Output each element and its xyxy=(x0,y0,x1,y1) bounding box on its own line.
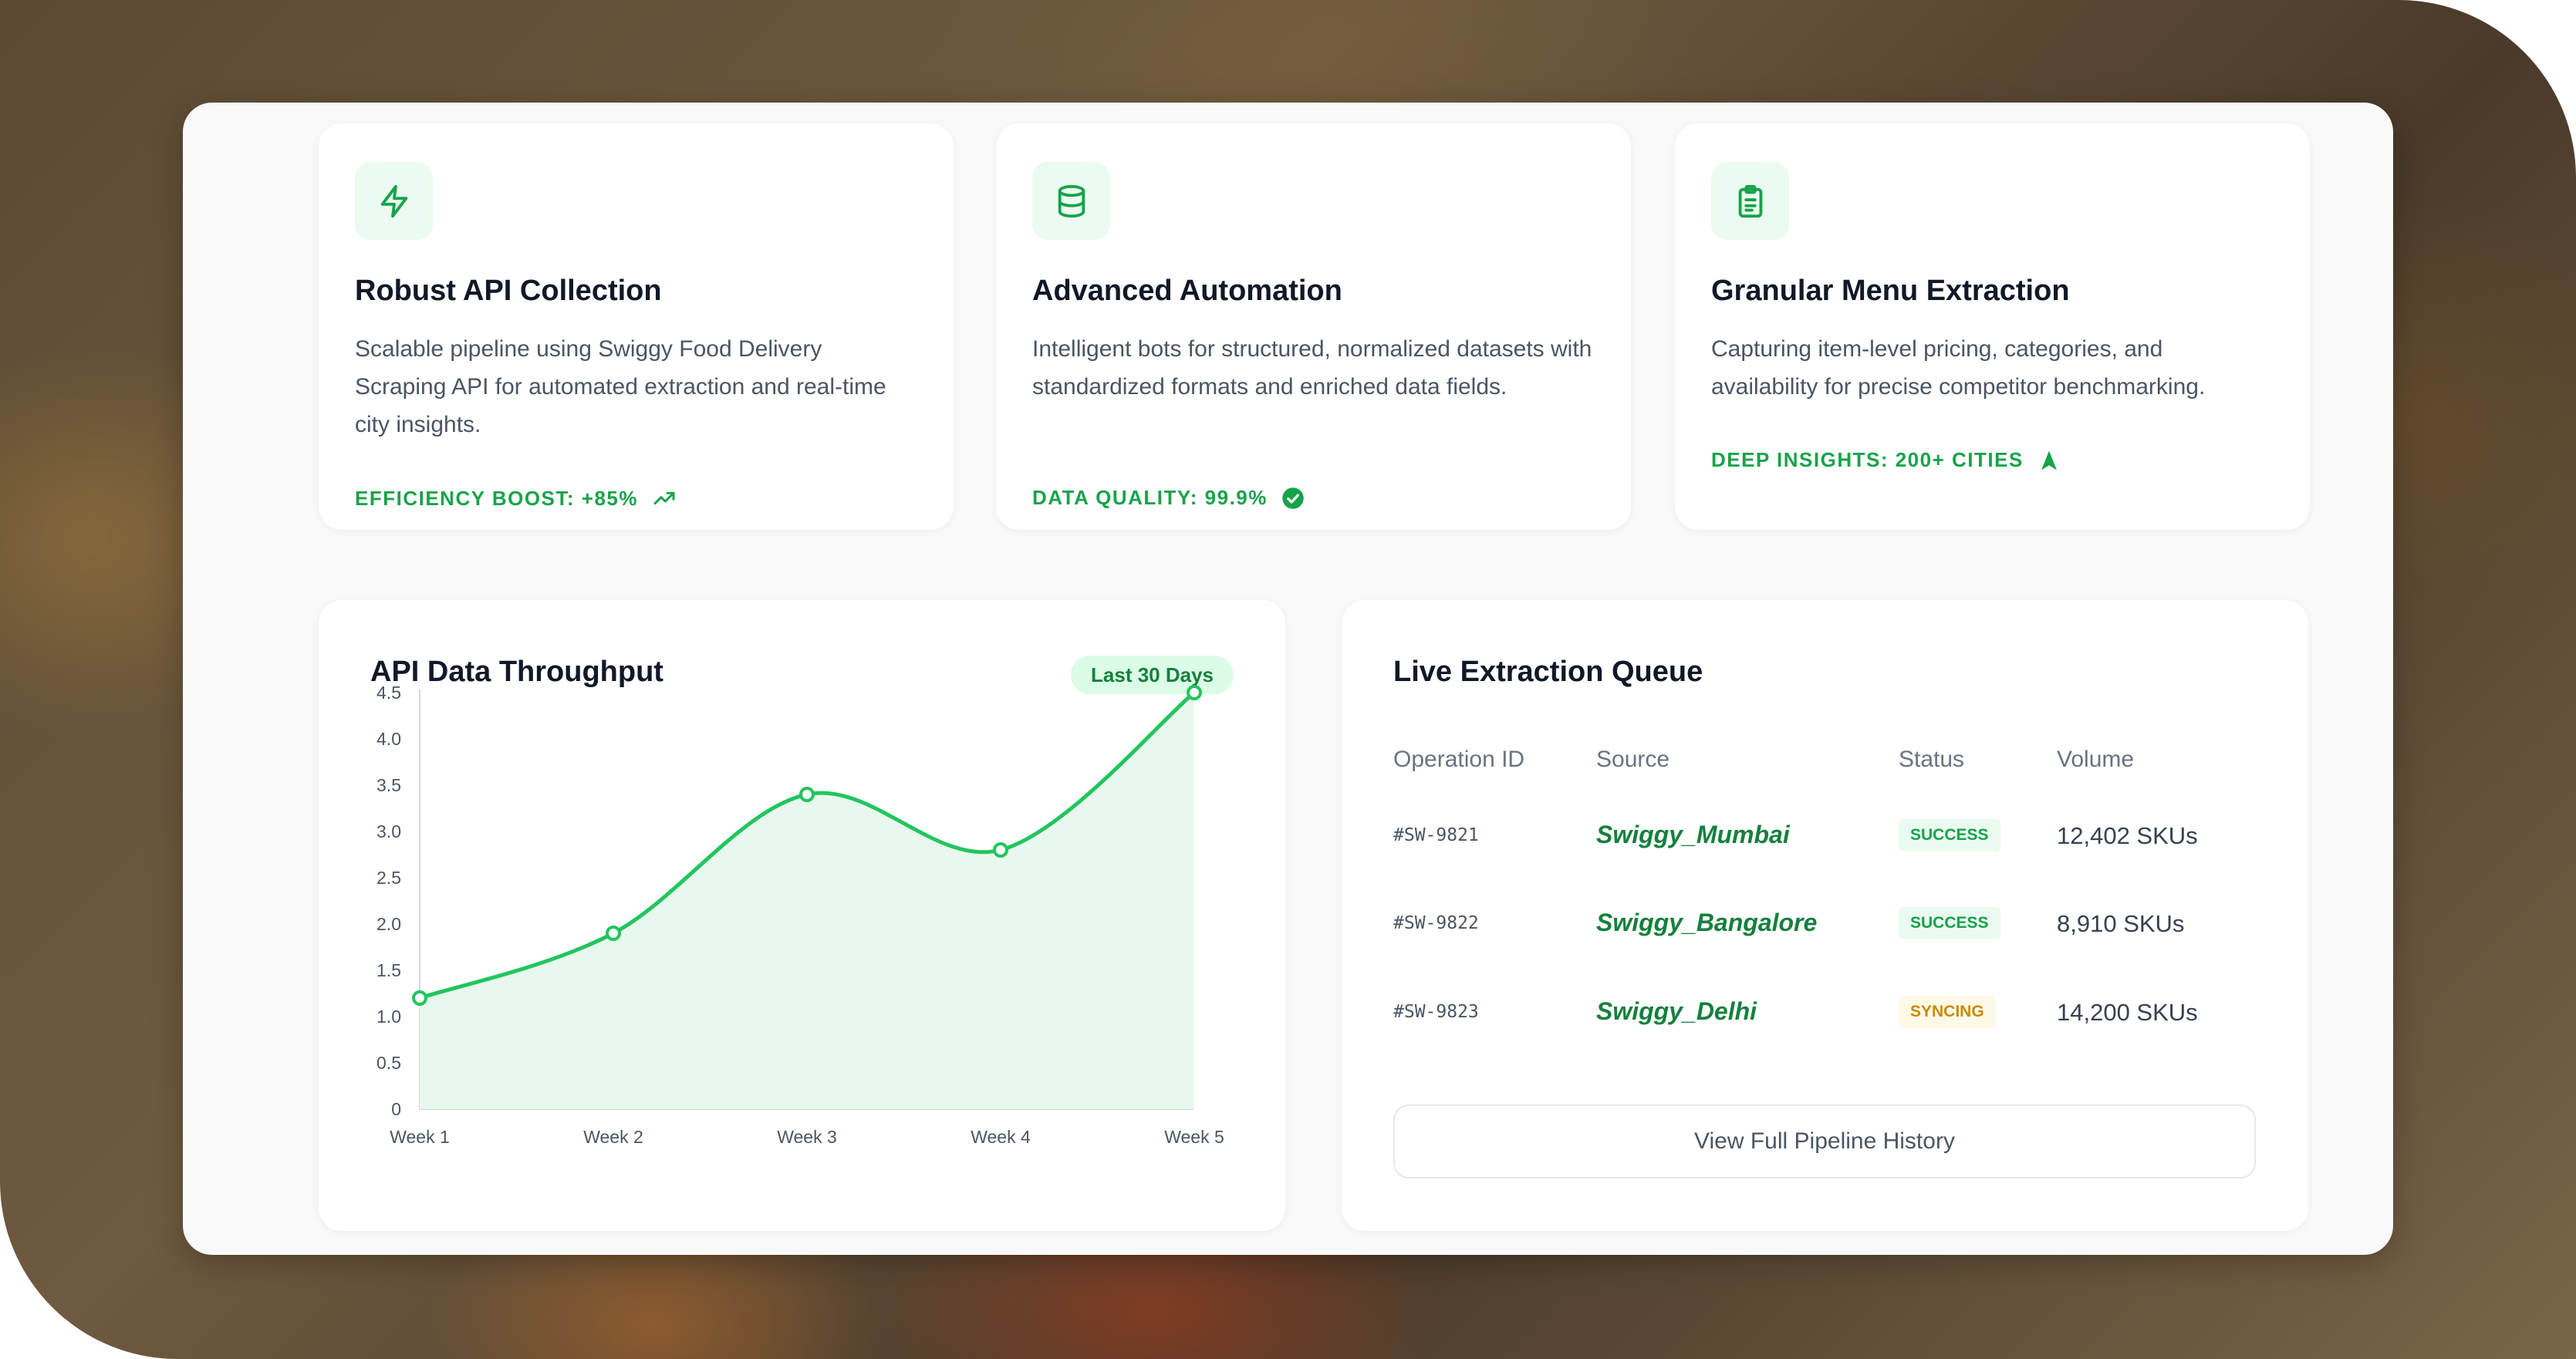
y-tick-label: 3.5 xyxy=(376,775,401,795)
source-name[interactable]: Swiggy_Delhi xyxy=(1596,997,1757,1026)
feature-stat: DATA QUALITY: 99.9% xyxy=(1032,486,1305,510)
throughput-chart: 0 0.5 1.0 1.5 2.0 2.5 3.0 3.5 4.0 4.5 Week 1 Week 2… xyxy=(376,683,1224,1147)
source-name[interactable]: Swiggy_Mumbai xyxy=(1596,821,1790,849)
y-tick-label: 0 xyxy=(391,1099,401,1119)
table-row[interactable]: #SW-9821 Swiggy_Mumbai SUCCESS 12,402 SK… xyxy=(1342,813,2308,859)
clipboard-icon xyxy=(1711,162,1789,240)
source-name[interactable]: Swiggy_Bangalore xyxy=(1596,909,1817,937)
column-header-operation-id: Operation ID xyxy=(1393,747,1525,772)
database-icon xyxy=(1032,162,1110,240)
feature-stat-text: DEEP INSIGHTS: 200+ CITIES xyxy=(1711,448,2024,471)
trending-up-icon xyxy=(653,491,675,505)
status-badge: SYNCING xyxy=(1899,996,1996,1028)
feature-card-api-collection: Robust API Collection Scalable pipeline … xyxy=(319,123,954,530)
column-header-status: Status xyxy=(1899,747,1965,772)
volume-value: 14,200 SKUs xyxy=(2057,999,2198,1026)
feature-description: Capturing item-level pricing, categories… xyxy=(1711,336,2206,400)
y-tick-label: 2.5 xyxy=(376,868,401,888)
y-tick-label: 4.0 xyxy=(376,729,401,749)
status-badge: SUCCESS xyxy=(1899,819,2000,851)
data-point xyxy=(799,787,815,802)
navigation-icon xyxy=(2041,450,2057,470)
feature-description: Scalable pipeline using Swiggy Food Deli… xyxy=(355,336,886,437)
feature-title: Granular Menu Extraction xyxy=(1711,275,2070,307)
series-area xyxy=(420,693,1194,1109)
x-tick-label: Week 4 xyxy=(971,1127,1031,1147)
throughput-card: API Data Throughput Last 30 Days 0 0.5 1.0… xyxy=(319,600,1285,1231)
y-tick-label: 0.5 xyxy=(376,1053,401,1073)
feature-card-menu-extraction: Granular Menu Extraction Capturing item-… xyxy=(1675,123,2310,530)
feature-stat: DEEP INSIGHTS: 200+ CITIES xyxy=(1711,448,2061,472)
column-header-volume: Volume xyxy=(2057,747,2135,772)
operation-id: #SW-9823 xyxy=(1393,1002,1479,1022)
x-tick-label: Week 5 xyxy=(1164,1127,1224,1147)
check-circle-icon xyxy=(1282,487,1304,509)
y-tick-label: 3.0 xyxy=(376,821,401,841)
y-tick-label: 4.5 xyxy=(376,683,401,703)
volume-value: 12,402 SKUs xyxy=(2057,822,2198,849)
y-tick-label: 1.0 xyxy=(376,1007,401,1027)
data-point xyxy=(1187,685,1202,700)
feature-card-automation: Advanced Automation Intelligent bots for… xyxy=(996,123,1631,530)
feature-stat-text: EFFICIENCY BOOST: +85% xyxy=(355,486,638,510)
volume-value: 8,910 SKUs xyxy=(2057,910,2185,937)
queue-title: Live Extraction Queue xyxy=(1393,656,1703,688)
feature-stat-text: DATA QUALITY: 99.9% xyxy=(1032,486,1268,509)
data-point xyxy=(993,842,1008,858)
operation-id: #SW-9821 xyxy=(1393,825,1479,845)
feature-description: Intelligent bots for structured, normali… xyxy=(1032,336,1592,400)
data-point xyxy=(412,990,427,1006)
feature-stat: EFFICIENCY BOOST: +85% xyxy=(355,486,677,511)
lightning-icon xyxy=(355,162,433,240)
column-header-source: Source xyxy=(1596,747,1670,772)
table-row[interactable]: #SW-9822 Swiggy_Bangalore SUCCESS 8,910 … xyxy=(1342,901,2308,947)
view-pipeline-history-button[interactable]: View Full Pipeline History xyxy=(1393,1104,2256,1179)
operation-id: #SW-9822 xyxy=(1393,913,1479,933)
status-badge: SUCCESS xyxy=(1899,907,2000,939)
x-tick-label: Week 3 xyxy=(777,1127,837,1147)
feature-title: Robust API Collection xyxy=(355,275,662,307)
feature-title: Advanced Automation xyxy=(1032,275,1342,307)
y-tick-label: 1.5 xyxy=(376,960,401,980)
x-tick-label: Week 2 xyxy=(583,1127,643,1147)
x-tick-label: Week 1 xyxy=(390,1127,450,1147)
y-tick-label: 2.0 xyxy=(376,914,401,934)
extraction-queue-card: Live Extraction Queue Operation ID Sourc… xyxy=(1342,600,2308,1231)
dashboard-panel: Robust API Collection Scalable pipeline … xyxy=(183,103,2393,1255)
data-point xyxy=(606,926,621,941)
table-row[interactable]: #SW-9823 Swiggy_Delhi SYNCING 14,200 SKU… xyxy=(1342,990,2308,1036)
